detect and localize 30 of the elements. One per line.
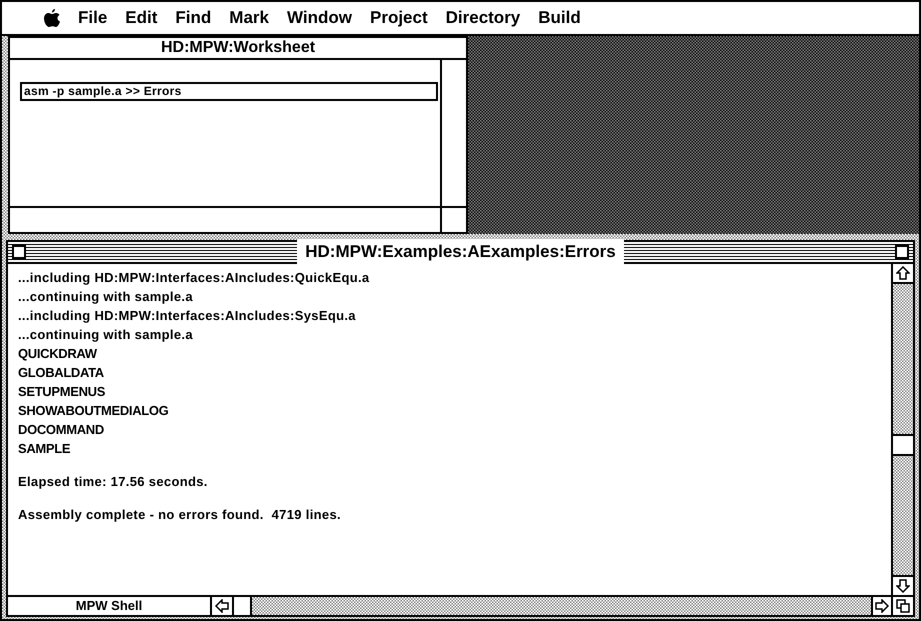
status-label: MPW Shell <box>8 597 212 615</box>
zoom-box[interactable] <box>895 245 909 259</box>
menu-item[interactable]: Mark <box>229 5 269 31</box>
output-line: ...including HD:MPW:Interfaces:AIncludes:QuickEqu.a <box>18 269 370 287</box>
menu-item[interactable]: Window <box>286 5 352 31</box>
output-line: DOCOMMAND <box>18 421 105 439</box>
output-line: GLOBALDATA <box>18 364 105 382</box>
menu-item[interactable]: Edit <box>125 5 158 31</box>
output-line: SAMPLE <box>18 440 72 458</box>
scroll-right-arrow-icon[interactable] <box>871 597 893 615</box>
close-box[interactable] <box>12 245 26 259</box>
output-line: QUICKDRAW <box>18 345 98 363</box>
output-line: Elapsed time: 17.56 seconds. <box>18 473 209 491</box>
scroll-down-arrow-icon[interactable] <box>893 575 913 595</box>
window-title: HD:MPW:Examples:AExamples:Errors <box>297 239 624 265</box>
menu-item[interactable]: Find <box>175 5 212 31</box>
menu-item[interactable]: Project <box>370 5 428 31</box>
menu-item[interactable]: Build <box>538 5 581 31</box>
apple-logo-icon[interactable] <box>44 9 60 27</box>
scroll-thumb[interactable] <box>893 434 913 456</box>
menu-item[interactable]: Directory <box>446 5 520 31</box>
window-title: HD:MPW:Worksheet <box>10 38 466 60</box>
output-line: ...continuing with sample.a <box>18 326 194 344</box>
output-line: Assembly complete - no errors found. 4719 lines. <box>18 506 342 524</box>
output-line: SETUPMENUS <box>18 383 106 401</box>
menu-item[interactable]: File <box>78 5 108 31</box>
output-line: ...continuing with sample.a <box>18 288 194 306</box>
output-line: SHOWABOUTMEDIALOG <box>18 402 170 420</box>
output-line: ...including HD:MPW:Interfaces:AIncludes:SysEqu.a <box>18 307 357 325</box>
vertical-scroll-track[interactable] <box>893 284 913 575</box>
